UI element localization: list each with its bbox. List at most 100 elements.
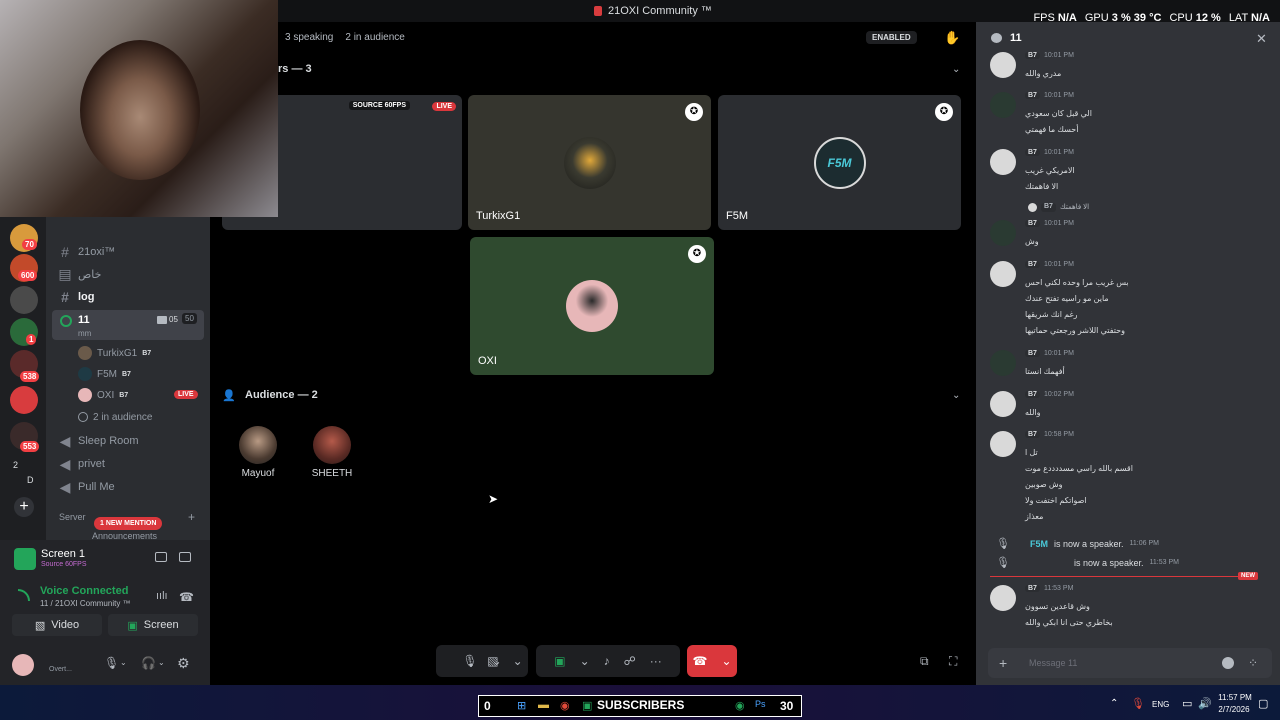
camera-off-icon[interactable]: ▧ — [487, 654, 498, 668]
close-icon[interactable]: ✕ — [1256, 31, 1267, 47]
headphones-icon[interactable]: 🎧 — [141, 656, 156, 670]
screen-icon: ▣ — [127, 619, 138, 632]
collapse-icon[interactable]: ⌄ — [952, 64, 960, 75]
add-server-icon[interactable]: + — [14, 497, 34, 517]
emoji-icon[interactable] — [1222, 657, 1234, 669]
collapse-icon[interactable]: ⌄ — [952, 390, 960, 401]
avatar — [78, 346, 92, 360]
chevron-down-icon[interactable]: ⌄ — [158, 658, 165, 667]
chat-message[interactable]: B7 10:01 PM مدري والله — [990, 52, 1260, 92]
disconnect-icon[interactable]: ☎ — [179, 590, 194, 604]
avatar — [78, 367, 92, 381]
more-icon[interactable]: ··· — [650, 654, 662, 668]
app-icon[interactable]: ▣ — [582, 699, 592, 712]
clock-date[interactable]: 2/7/2026 — [1216, 705, 1252, 714]
stop-stream-icon[interactable] — [155, 552, 167, 562]
chat-message[interactable]: B7 11:53 PM وش قاعدين تسوون بخاطري حتى انا… — [990, 585, 1260, 629]
hangup-icon[interactable]: ☎ — [693, 654, 708, 668]
chevron-down-icon[interactable]: ⌄ — [513, 654, 523, 668]
notifications-icon[interactable]: ▢ — [1258, 697, 1268, 710]
add-attachment-icon[interactable]: + — [999, 655, 1007, 671]
clock-time[interactable]: 11:57 PM — [1218, 693, 1252, 702]
server-folder[interactable]: D — [27, 475, 34, 485]
microphone-icon[interactable]: 🎙 — [462, 654, 477, 668]
chevron-down-icon[interactable]: ⌄ — [580, 654, 590, 668]
voice-member[interactable]: OXI B7 — [78, 386, 128, 404]
spotify-icon[interactable]: ◉ — [735, 699, 745, 712]
chat-message[interactable]: B7 10:01 PM وش — [990, 220, 1260, 254]
speaker-icon: ◀ — [59, 455, 71, 472]
start-icon[interactable]: ⊞ — [517, 699, 526, 712]
chat-message[interactable]: B7 10:01 PM بس غريب مرا وحده لكني احس ماين… — [990, 261, 1260, 341]
server-icon[interactable] — [10, 386, 38, 414]
leave-button[interactable]: ☎ ⌄ — [687, 645, 737, 677]
audience-member[interactable]: Mayuof — [223, 426, 293, 479]
pin-icon[interactable]: ✪ — [935, 103, 953, 121]
raise-hand-icon[interactable]: ✋ — [944, 30, 960, 46]
channel-privet[interactable]: ◀ privet — [58, 454, 105, 474]
channel-announcements[interactable]: Announcements — [92, 531, 157, 539]
settings-gear-icon[interactable]: ⚙ — [177, 655, 190, 672]
channel-log[interactable]: # log — [58, 287, 94, 307]
avatar — [563, 136, 616, 189]
speaker-tile[interactable]: ✪ OXI — [470, 237, 714, 375]
apps-icon[interactable]: ⁘ — [1248, 656, 1258, 670]
chevron-down-icon[interactable]: ⌄ — [721, 654, 731, 668]
headphones-icon — [78, 412, 88, 422]
voice-status[interactable]: Voice Connected — [40, 585, 128, 597]
user-status[interactable]: Overt... — [49, 666, 72, 673]
chat-message[interactable]: B7 10:01 PM أفهمك انستا — [990, 350, 1260, 384]
activity-controls[interactable]: ▣ ⌄ ♪ ☍ ··· — [536, 645, 680, 677]
noise-suppression-icon[interactable]: ıılı — [156, 590, 168, 602]
mic-tray-icon[interactable]: 🎙 — [1131, 697, 1145, 710]
pin-icon[interactable]: ✪ — [685, 103, 703, 121]
chevron-down-icon[interactable]: ⌄ — [120, 658, 127, 667]
fullscreen-icon[interactable]: ⛶ — [949, 654, 957, 669]
microphone-icon[interactable]: 🎙 — [104, 656, 119, 670]
chat-message[interactable]: B7 10:58 PM تل ا اقسم بالله راسي مسددددع م… — [990, 431, 1260, 527]
camera-off-icon: ▧ — [34, 619, 46, 632]
category-server[interactable]: Server — [59, 512, 86, 522]
pin-icon[interactable]: ✪ — [688, 245, 706, 263]
popout-icon[interactable]: ⧉ — [920, 654, 929, 669]
message-placeholder[interactable]: Message 11 — [1029, 658, 1077, 668]
network-icon[interactable]: ▭ — [1182, 697, 1192, 710]
user-avatar[interactable] — [12, 654, 34, 676]
voice-member[interactable]: TurkixG1 B7 — [78, 344, 151, 362]
chat-message[interactable]: B7 10:02 PM والله — [990, 391, 1260, 425]
chat-message[interactable]: B7 10:01 PM الامريكي غريب الا فاهمتك — [990, 149, 1260, 199]
speaking-count: 3 speaking — [285, 32, 334, 43]
channel-21oxi[interactable]: #21oxi™ — [58, 242, 115, 262]
audience-member[interactable]: SHEETH — [297, 426, 367, 479]
audience-count[interactable]: 2 in audience — [78, 408, 153, 426]
volume-icon[interactable]: 🔊 — [1198, 697, 1212, 710]
video-button[interactable]: ▧ Video — [12, 614, 102, 636]
add-channel-icon[interactable]: + — [188, 510, 195, 524]
speaker-tile[interactable]: F5M ✪ F5M — [718, 95, 961, 230]
voice-location[interactable]: 11 / 21OXI Community ™ — [40, 599, 131, 608]
avatar — [239, 426, 277, 464]
speaker-tile[interactable]: ✪ TurkixG1 — [468, 95, 711, 230]
channel-private[interactable]: ▤ خاص — [58, 264, 101, 284]
avatar — [990, 220, 1016, 246]
language-indicator[interactable]: ENG — [1152, 700, 1169, 709]
server-folder[interactable]: 2 — [13, 460, 18, 470]
folder-icon[interactable]: ▬ — [538, 699, 549, 711]
soundboard-icon[interactable]: ♪ — [604, 654, 610, 668]
chrome-icon[interactable]: ◉ — [560, 699, 570, 712]
popout-icon[interactable] — [179, 552, 191, 562]
screen-button[interactable]: ▣ Screen — [108, 614, 198, 636]
reply-preview[interactable]: B7 الا فاهمتك — [1028, 203, 1089, 212]
screen-share-icon[interactable]: ▣ — [554, 654, 565, 668]
channel-pull-me[interactable]: ◀ Pull Me — [58, 477, 115, 497]
chat-message[interactable]: B7 10:01 PM الي قبل كان سعودي أحسك ما فهمت… — [990, 92, 1260, 142]
voice-member[interactable]: F5M B7 — [78, 365, 131, 383]
photoshop-icon[interactable]: Ps — [755, 699, 766, 709]
channel-sleep-room[interactable]: ◀ Sleep Room — [58, 431, 139, 451]
camera-controls[interactable]: ▧ ⌄ — [482, 645, 528, 677]
activities-icon[interactable]: ☍ — [624, 654, 636, 668]
server-icon[interactable] — [10, 286, 38, 314]
system-message: 🎙 is now a speaker. 11:53 PM — [996, 557, 1179, 569]
tray-chevron-icon[interactable]: ⌃ — [1110, 698, 1118, 709]
new-mention-badge[interactable]: 1 NEW MENTION — [94, 517, 163, 530]
